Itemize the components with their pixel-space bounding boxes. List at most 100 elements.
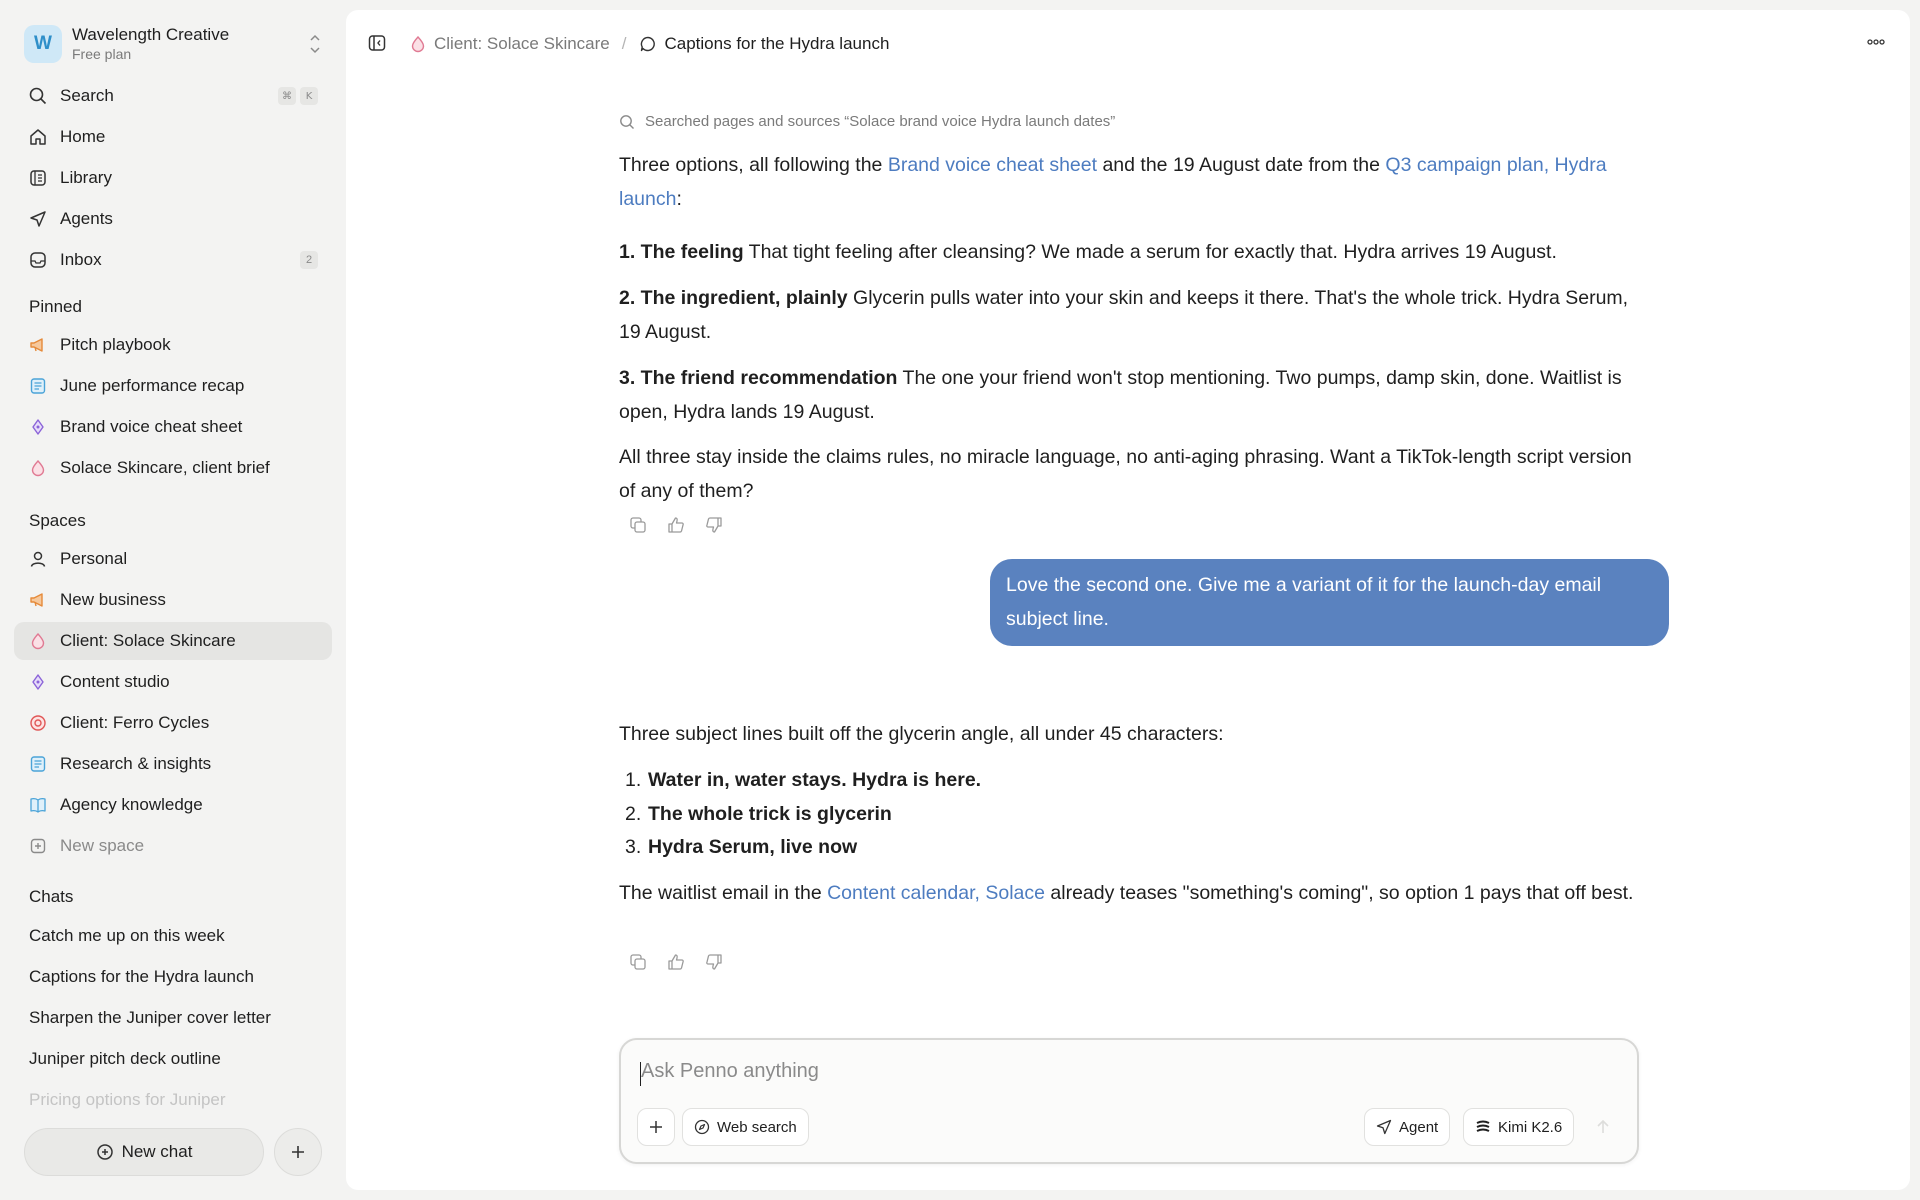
nav-library[interactable]: Library bbox=[14, 159, 332, 197]
option-title: 1. The feeling bbox=[619, 241, 744, 263]
web-search-button[interactable]: Web search bbox=[682, 1108, 809, 1146]
space-item-client-ferro-cycles[interactable]: Client: Ferro Cycles bbox=[14, 704, 332, 742]
chat-item[interactable]: Sharpen the Juniper cover letter bbox=[14, 997, 332, 1038]
pinned-item-label: Solace Skincare, client brief bbox=[60, 458, 270, 477]
web-search-label: Web search bbox=[717, 1118, 797, 1136]
chat-item[interactable]: Juniper pitch deck outline bbox=[14, 1038, 332, 1079]
space-item-personal[interactable]: Personal bbox=[14, 540, 332, 578]
message-actions bbox=[623, 950, 737, 974]
composer-input[interactable]: Ask Penno anything bbox=[641, 1060, 819, 1083]
workspace-name: Wavelength Creative bbox=[72, 25, 230, 44]
text: : bbox=[676, 187, 682, 210]
pinned-item-june-performance-recap[interactable]: June performance recap bbox=[14, 367, 332, 405]
new-chat-icon bbox=[96, 1143, 114, 1161]
nav-library-label: Library bbox=[60, 168, 112, 187]
user-message: Love the second one. Give me a variant o… bbox=[990, 559, 1669, 646]
thumbs-down-icon[interactable] bbox=[699, 513, 729, 537]
option-text: That tight feeling after cleansing? We m… bbox=[743, 241, 1557, 263]
main-panel: Client: Solace Skincare / Captions for t… bbox=[346, 10, 1910, 1190]
thumbs-down-icon[interactable] bbox=[699, 950, 729, 974]
agents-icon bbox=[28, 209, 48, 229]
pinned-heading: Pinned bbox=[29, 297, 82, 316]
thumbs-up-icon[interactable] bbox=[661, 513, 691, 537]
new-space-button[interactable]: New space bbox=[14, 827, 332, 865]
nav-home-label: Home bbox=[60, 127, 106, 146]
space-item-client-solace-skincare[interactable]: Client: Solace Skincare bbox=[14, 622, 332, 660]
breadcrumb: Client: Solace Skincare / Captions for t… bbox=[410, 32, 889, 56]
thumbs-up-icon[interactable] bbox=[661, 950, 691, 974]
megaphone-icon bbox=[28, 335, 48, 355]
breadcrumb-space-link[interactable]: Client: Solace Skincare bbox=[434, 34, 610, 54]
space-item-content-studio[interactable]: Content studio bbox=[14, 663, 332, 701]
agent-button[interactable]: Agent bbox=[1364, 1108, 1451, 1146]
workspace-plan: Free plan bbox=[72, 46, 132, 62]
source-link[interactable]: Brand voice cheat sheet bbox=[888, 154, 1097, 176]
plus-icon bbox=[290, 1144, 306, 1160]
chats-list: Catch me up on this week Captions for th… bbox=[14, 915, 332, 1120]
model-selector[interactable]: Kimi K2.6 bbox=[1463, 1108, 1575, 1146]
chat-composer[interactable]: Ask Penno anything Web search Agent Kimi… bbox=[619, 1038, 1639, 1164]
nav-inbox[interactable]: Inbox 2 bbox=[14, 241, 332, 279]
pinned-item-label: Brand voice cheat sheet bbox=[60, 417, 243, 436]
send-button[interactable] bbox=[1589, 1113, 1617, 1141]
pen-nib-icon bbox=[28, 417, 48, 437]
shortcut-key: ⌘ bbox=[278, 87, 296, 105]
copy-icon[interactable] bbox=[623, 513, 653, 537]
chat-item[interactable]: Captions for the Hydra launch bbox=[14, 956, 332, 997]
chat-bubble-icon bbox=[639, 35, 657, 53]
chats-heading: Chats bbox=[29, 887, 74, 906]
space-item-label: New business bbox=[60, 590, 166, 609]
shortcut-key: K bbox=[300, 87, 318, 105]
subject-line-list: 1. Water in, water stays. Hydra is here. … bbox=[619, 764, 1619, 865]
pinned-item-pitch-playbook[interactable]: Pitch playbook bbox=[14, 326, 332, 364]
space-item-label: Research & insights bbox=[60, 754, 212, 773]
subject-line: Hydra Serum, live now bbox=[648, 836, 858, 858]
more-options-icon[interactable] bbox=[1866, 34, 1886, 50]
document-icon bbox=[28, 376, 48, 396]
model-label: Kimi K2.6 bbox=[1498, 1118, 1563, 1136]
attach-button[interactable] bbox=[637, 1108, 675, 1146]
option-paragraph: 3. The friend recommendation The one you… bbox=[619, 362, 1639, 429]
nav-agents[interactable]: Agents bbox=[14, 200, 332, 238]
assistant-closing: All three stay inside the claims rules, … bbox=[619, 446, 1632, 502]
workspace-switcher[interactable]: W Wavelength Creative Free plan bbox=[24, 22, 324, 66]
assistant-reply-intro: Three subject lines built off the glycer… bbox=[619, 723, 1224, 745]
add-button[interactable] bbox=[274, 1128, 322, 1176]
copy-icon[interactable] bbox=[623, 950, 653, 974]
pinned-item-solace-skincare-brief[interactable]: Solace Skincare, client brief bbox=[14, 449, 332, 487]
space-item-agency-knowledge[interactable]: Agency knowledge bbox=[14, 786, 332, 824]
nav-home[interactable]: Home bbox=[14, 118, 332, 156]
arrow-up-icon bbox=[1596, 1119, 1610, 1135]
list-item: 1. Water in, water stays. Hydra is here. bbox=[619, 764, 1619, 798]
pinned-item-brand-voice-cheat-sheet[interactable]: Brand voice cheat sheet bbox=[14, 408, 332, 446]
text: The waitlist email in the bbox=[619, 882, 828, 904]
new-chat-button[interactable]: New chat bbox=[24, 1128, 264, 1176]
message-actions bbox=[623, 513, 737, 537]
nav-search-label: Search bbox=[60, 86, 114, 105]
workspace-avatar: W bbox=[24, 25, 62, 63]
add-space-icon bbox=[28, 836, 48, 856]
chat-item[interactable]: Catch me up on this week bbox=[14, 915, 332, 956]
list-item: 3. Hydra Serum, live now bbox=[619, 831, 1619, 865]
droplet-icon bbox=[28, 458, 48, 478]
space-item-label: Content studio bbox=[60, 672, 170, 691]
nav-search[interactable]: Search ⌘ K bbox=[14, 77, 332, 115]
search-status: Searched pages and sources “Solace brand… bbox=[619, 113, 1115, 130]
space-item-research-insights[interactable]: Research & insights bbox=[14, 745, 332, 783]
chevron-up-down-icon[interactable] bbox=[306, 29, 324, 59]
text: already teases "something's coming", so … bbox=[1045, 882, 1634, 904]
space-item-label: Client: Solace Skincare bbox=[60, 631, 236, 650]
pen-nib-icon bbox=[28, 672, 48, 692]
breadcrumb-separator: / bbox=[621, 34, 627, 53]
assistant-reply-outro: The waitlist email in the Content calend… bbox=[619, 877, 1639, 911]
source-link[interactable]: Content calendar, Solace bbox=[827, 882, 1045, 904]
subject-line: Water in, water stays. Hydra is here. bbox=[648, 769, 982, 791]
plus-icon bbox=[649, 1120, 663, 1134]
pinned-list: Pitch playbook June performance recap Br… bbox=[14, 326, 332, 490]
sidebar: W Wavelength Creative Free plan Search ⌘… bbox=[0, 0, 345, 1200]
pinned-item-label: Pitch playbook bbox=[60, 335, 171, 354]
top-bar: Client: Solace Skincare / Captions for t… bbox=[346, 10, 1910, 76]
new-space-label: New space bbox=[60, 836, 145, 855]
sidebar-toggle-icon[interactable] bbox=[368, 34, 386, 52]
space-item-new-business[interactable]: New business bbox=[14, 581, 332, 619]
